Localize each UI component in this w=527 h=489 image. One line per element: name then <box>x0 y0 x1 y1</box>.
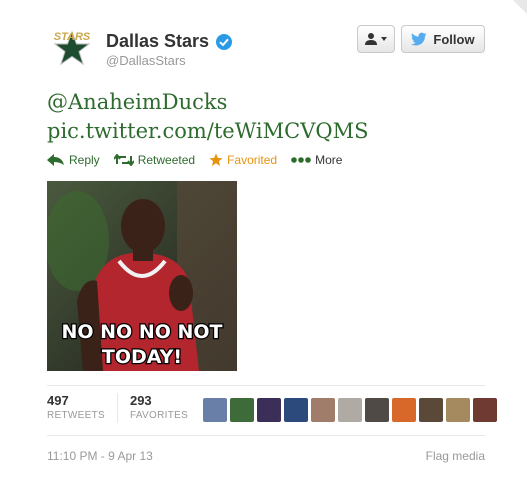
account-name[interactable]: Dallas Stars <box>106 31 209 52</box>
ellipsis-icon <box>291 157 311 163</box>
user-avatar[interactable] <box>365 398 389 422</box>
retweets-count: 497 <box>47 393 69 408</box>
retweet-action[interactable]: Retweeted <box>113 153 196 167</box>
verified-badge-icon <box>216 33 233 50</box>
user-avatar[interactable] <box>203 398 227 422</box>
follow-label: Follow <box>433 31 475 47</box>
tweet-stats: 497 RETWEETS 293 FAVORITES <box>47 393 200 423</box>
user-avatar[interactable] <box>419 398 443 422</box>
user-actions-button[interactable] <box>357 25 395 53</box>
user-avatar[interactable] <box>257 398 281 422</box>
pic-link[interactable]: pic.twitter.com/teWiMCVQMS <box>47 117 368 146</box>
flag-media-link[interactable]: Flag media <box>426 449 485 463</box>
twitter-bird-icon <box>411 32 427 46</box>
caret-down-icon <box>381 37 387 41</box>
user-avatar[interactable] <box>311 398 335 422</box>
stats-divider-bottom <box>47 435 485 436</box>
more-label: More <box>315 153 343 167</box>
favorites-count: 293 <box>129 393 152 408</box>
logo-text: STARS <box>54 31 91 43</box>
media-image[interactable]: NO NO NO NOT TODAY! <box>47 181 237 371</box>
stats-divider-top <box>47 385 485 386</box>
retweet-label: Retweeted <box>137 153 196 167</box>
follow-button[interactable]: Follow <box>401 25 485 53</box>
favorites-stat[interactable]: 293 FAVORITES <box>116 393 200 423</box>
mention-link[interactable]: @AnaheimDucks <box>47 88 368 117</box>
dallas-stars-logo[interactable]: STARS <box>46 27 98 67</box>
media-caption-line-2: TODAY! <box>102 346 182 368</box>
favorite-label: Favorited <box>227 153 278 167</box>
favorite-action[interactable]: Favorited <box>209 153 277 167</box>
person-icon <box>365 33 377 45</box>
reply-action[interactable]: Reply <box>47 153 100 167</box>
account-handle[interactable]: @DallasStars <box>106 53 186 68</box>
reply-arrow-icon <box>47 154 64 166</box>
tweet-text: @AnaheimDucks pic.twitter.com/teWiMCVQMS <box>47 88 368 146</box>
star-icon <box>209 153 223 166</box>
retweets-stat[interactable]: 497 RETWEETS <box>47 393 117 423</box>
favorites-label: FAVORITES <box>129 410 189 421</box>
tweet-actions: Reply Retweeted Favorited More <box>47 153 342 167</box>
retweets-label: RETWEETS <box>47 410 105 421</box>
retweet-icon <box>113 154 134 166</box>
user-avatar[interactable] <box>446 398 470 422</box>
more-action[interactable]: More <box>291 153 342 167</box>
user-avatar[interactable] <box>230 398 254 422</box>
media-caption-line-1: NO NO NO NOT <box>61 321 222 343</box>
page-corner-fold <box>513 0 527 14</box>
user-avatar[interactable] <box>284 398 308 422</box>
reply-label: Reply <box>69 153 100 167</box>
favoriter-avatars <box>203 398 497 422</box>
tweet-timestamp[interactable]: 11:10 PM - 9 Apr 13 <box>47 449 153 463</box>
user-avatar[interactable] <box>338 398 362 422</box>
user-avatar[interactable] <box>392 398 416 422</box>
account-name-row: Dallas Stars <box>106 31 233 52</box>
user-avatar[interactable] <box>473 398 497 422</box>
